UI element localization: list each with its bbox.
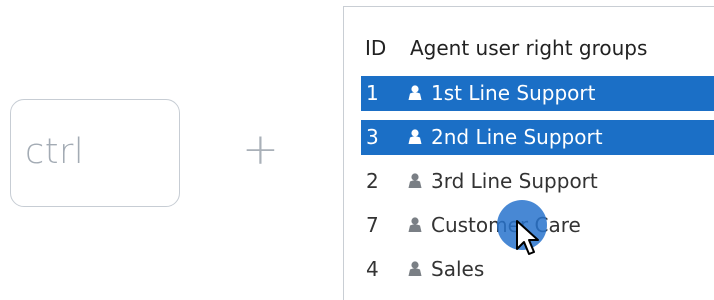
user-group-icon [408, 217, 422, 233]
row-id: 1 [366, 81, 379, 105]
row-id: 3 [366, 125, 379, 149]
table-row[interactable]: 1 1st Line Support [361, 76, 714, 111]
plus-symbol: + [242, 124, 279, 175]
column-header-id: ID [365, 36, 387, 60]
user-group-icon [408, 261, 422, 277]
row-id: 7 [366, 213, 379, 237]
column-header-name: Agent user right groups [410, 36, 648, 60]
row-id: 2 [366, 169, 379, 193]
user-group-icon [408, 173, 422, 189]
table-row[interactable]: 3 2nd Line Support [361, 120, 714, 155]
table-header: ID Agent user right groups [344, 31, 714, 67]
user-group-icon [408, 129, 422, 145]
row-id: 4 [366, 257, 379, 281]
row-name: 1st Line Support [431, 81, 596, 105]
table-row[interactable]: 4 Sales [361, 252, 714, 287]
table-row[interactable]: 2 3rd Line Support [361, 164, 714, 199]
row-name: 2nd Line Support [431, 125, 603, 149]
user-group-icon [408, 85, 422, 101]
ctrl-key-label: ctrl [25, 132, 85, 172]
row-name: Sales [431, 257, 485, 281]
row-name: 3rd Line Support [431, 169, 598, 193]
ctrl-key: ctrl [10, 99, 180, 207]
mouse-pointer-icon [516, 220, 539, 255]
